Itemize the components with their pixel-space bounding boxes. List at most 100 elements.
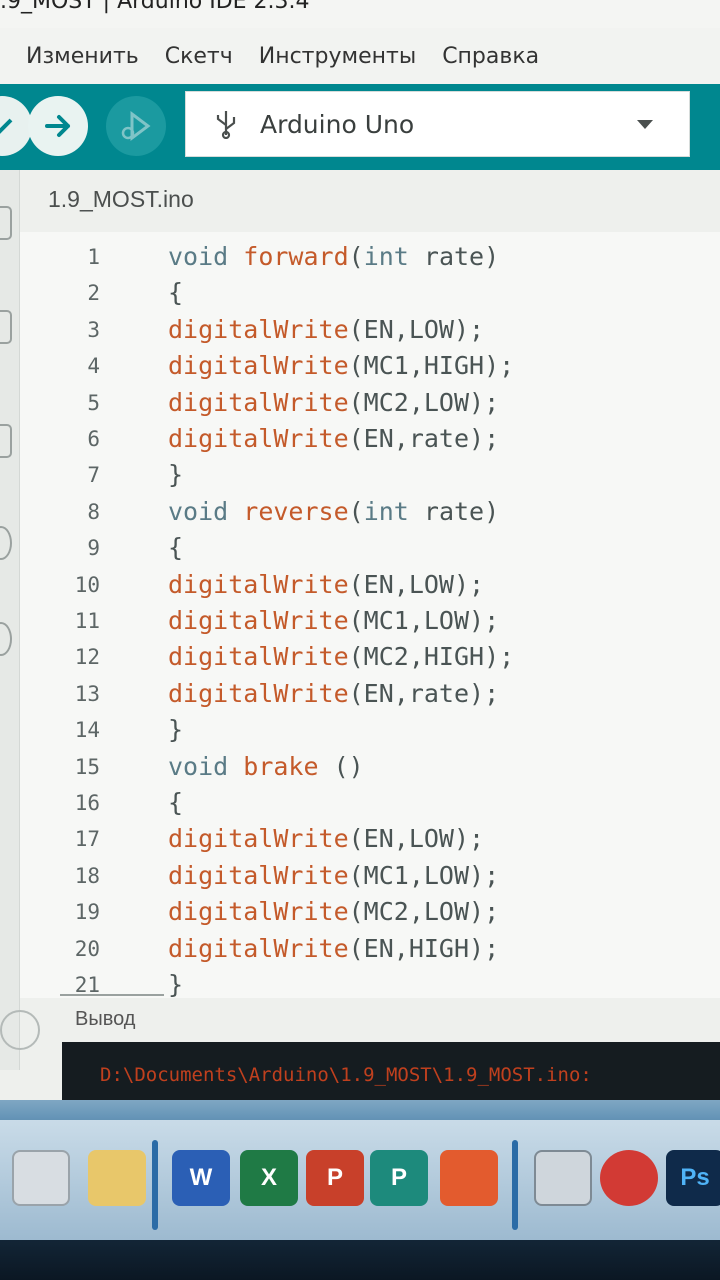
upload-button[interactable] (28, 96, 88, 156)
code-text: } (168, 713, 183, 747)
code-line[interactable]: 18 digitalWrite(MC1,LOW); (20, 859, 720, 893)
code-token: (MC1,LOW); (348, 860, 500, 890)
excel-icon[interactable]: X (240, 1150, 298, 1206)
code-token: digitalWrite (168, 860, 349, 890)
code-line[interactable]: 15 void brake () (20, 750, 720, 784)
title-bar: .9_MOST | Arduino IDE 2.3.4 (0, 0, 720, 28)
recorder-icon[interactable] (600, 1150, 658, 1206)
library-manager-icon[interactable] (0, 424, 12, 458)
search-icon[interactable] (0, 622, 12, 656)
code-line[interactable]: 12 digitalWrite(MC2,HIGH); (20, 640, 720, 674)
console-line: D:\Documents\Arduino\1.9_MOST\1.9_MOST.i… (100, 1064, 592, 1086)
panel-divider[interactable] (60, 994, 164, 996)
code-token: rate) (408, 496, 500, 526)
photoshop-letter: Ps (680, 1164, 710, 1191)
code-token: } (168, 460, 184, 490)
line-number: 13 (74, 681, 100, 706)
tab-sketch-file[interactable]: 1.9_MOST.ino (48, 186, 194, 213)
code-line[interactable]: 2{ (20, 276, 720, 310)
code-token: (EN,HIGH); (348, 933, 500, 963)
code-text: digitalWrite(MC1,HIGH); (168, 349, 514, 383)
code-token: (EN,LOW); (348, 314, 485, 344)
publisher-icon[interactable]: P (370, 1150, 428, 1206)
code-token: } (168, 970, 184, 998)
code-text: { (168, 786, 183, 820)
code-line[interactable]: 17 digitalWrite(EN,LOW); (20, 822, 720, 856)
check-icon (0, 118, 13, 134)
menu-sketch[interactable]: Скетч (165, 44, 233, 69)
code-line[interactable]: 7} (20, 458, 720, 492)
line-number: 6 (87, 427, 100, 451)
code-line[interactable]: 13 digitalWrite(EN,rate); (20, 677, 720, 711)
code-line[interactable]: 5 digitalWrite(MC2,LOW); (20, 386, 720, 420)
window-title: .9_MOST | Arduino IDE 2.3.4 (0, 0, 310, 14)
code-text: digitalWrite(MC2,LOW); (168, 386, 499, 420)
code-token: digitalWrite (168, 642, 349, 672)
scanner-icon[interactable] (534, 1150, 592, 1206)
network-icon[interactable] (12, 1150, 70, 1206)
code-line[interactable]: 3 digitalWrite(EN,LOW); (20, 313, 720, 347)
code-token: (EN,rate); (348, 424, 500, 453)
code-line[interactable]: 1 void forward(int rate) (20, 240, 720, 274)
line-number: 5 (87, 390, 100, 415)
code-token: reverse (243, 496, 349, 526)
board-selector[interactable]: Arduino Uno (185, 91, 690, 157)
menu-tools[interactable]: Инструменты (259, 44, 416, 69)
word-icon[interactable]: W (172, 1150, 230, 1206)
code-token: (MC2,LOW); (348, 387, 500, 417)
code-token: digitalWrite (168, 678, 349, 708)
code-line[interactable]: 4 digitalWrite(MC1,HIGH); (20, 349, 720, 383)
code-token: (EN,rate); (348, 678, 500, 708)
code-line[interactable]: 20 digitalWrite(EN,HIGH); (20, 932, 720, 966)
code-token: (EN,LOW); (348, 569, 485, 599)
code-text: digitalWrite(MC1,LOW); (168, 604, 499, 638)
code-token: } (168, 715, 184, 745)
code-text: } (168, 458, 183, 492)
line-number: 11 (74, 609, 100, 633)
line-number: 12 (74, 645, 100, 670)
code-text: digitalWrite(MC2,LOW); (168, 895, 499, 929)
code-token: digitalWrite (168, 606, 349, 635)
debug-button[interactable] (106, 96, 166, 156)
folder-icon[interactable] (88, 1150, 146, 1206)
pdf-icon[interactable] (440, 1150, 498, 1206)
code-line[interactable]: 16 { (20, 786, 720, 820)
code-editor[interactable]: 1 void forward(int rate) 2{3 digitalWrite(E… (20, 232, 720, 998)
line-number: 10 (74, 572, 100, 597)
code-line[interactable]: 11 digitalWrite(MC1,LOW); (20, 604, 720, 638)
code-line[interactable]: 19 digitalWrite(MC2,LOW); (20, 895, 720, 929)
code-token: digitalWrite (168, 387, 349, 417)
code-text: digitalWrite(MC1,LOW); (168, 859, 499, 893)
code-text: digitalWrite(EN,LOW); (168, 313, 484, 347)
code-token: digitalWrite (168, 569, 349, 599)
code-line[interactable]: 14} (20, 713, 720, 747)
debug-icon (121, 111, 151, 141)
debug-panel-icon[interactable] (0, 526, 12, 560)
line-number: 19 (74, 900, 100, 925)
menu-help[interactable]: Справка (442, 44, 539, 69)
sketchbook-icon[interactable] (0, 206, 12, 240)
boards-manager-icon[interactable] (0, 310, 12, 344)
code-line[interactable]: 9{ (20, 531, 720, 565)
line-number: 14 (74, 718, 100, 743)
powerpoint-letter: P (326, 1164, 343, 1191)
code-line[interactable]: 10 digitalWrite(EN,LOW); (20, 568, 720, 602)
menu-edit[interactable]: Изменить (26, 44, 139, 69)
line-number: 17 (74, 827, 100, 852)
usb-icon (216, 111, 236, 139)
code-text: digitalWrite(EN,LOW); (168, 568, 484, 602)
chevron-down-icon (637, 120, 653, 129)
line-number: 15 (74, 754, 100, 779)
code-token: brake (243, 751, 319, 781)
code-line[interactable]: 8 void reverse(int rate) (20, 495, 720, 529)
account-icon[interactable] (0, 1010, 40, 1050)
code-token: digitalWrite (168, 424, 349, 453)
powerpoint-icon[interactable]: P (306, 1150, 364, 1206)
code-text: digitalWrite(EN,rate); (168, 677, 499, 711)
photoshop-icon[interactable]: Ps (666, 1150, 720, 1206)
code-text: digitalWrite(MC2,HIGH); (168, 640, 514, 674)
taskbar-separator (512, 1140, 518, 1230)
code-line[interactable]: 6 digitalWrite(EN,rate); (20, 422, 720, 456)
code-token: (EN,LOW); (348, 824, 485, 854)
publisher-letter: P (390, 1164, 407, 1191)
